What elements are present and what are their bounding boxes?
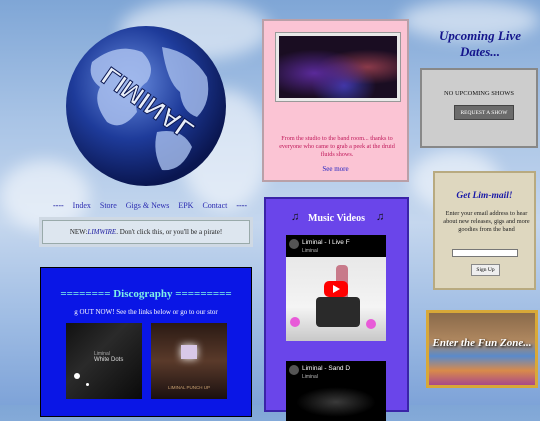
youtube-video-2[interactable]: Liminal - Sand D Liminal [286, 361, 386, 421]
album-title: White Dots [94, 357, 124, 363]
limwire-prefix: NEW: [69, 228, 88, 236]
nav-link-epk[interactable]: EPK [178, 201, 193, 210]
nav-link-index[interactable]: Index [73, 201, 91, 210]
album-white-dots[interactable]: Liminal White Dots [66, 323, 142, 399]
music-videos-title: Music Videos [308, 213, 365, 224]
studio-caption: From the studio to the band room... than… [279, 135, 395, 158]
discography-marquee: g OUT NOW! See the links below or go to … [74, 308, 218, 316]
request-show-button[interactable]: REQUEST A SHOW [454, 105, 514, 120]
video-title: Liminal - Sand D [302, 365, 351, 372]
fun-zone-text: Enter the Fun Zone... [432, 337, 532, 349]
nav-link-gigs-news[interactable]: Gigs & News [126, 201, 170, 210]
limwire-link[interactable]: LIMWIRE [87, 228, 116, 236]
studio-video-panel: From the studio to the band room... than… [262, 19, 409, 182]
video-channel: Liminal [302, 374, 318, 380]
video-title: Liminal - I Live F [302, 239, 350, 246]
discography-title: ======== Discography ========= [60, 288, 232, 300]
album-title: LIMINAL PUNCH UP [167, 385, 211, 390]
studio-video-frame[interactable] [276, 33, 400, 101]
nav-dash-left: ---- [53, 200, 64, 210]
music-note-icon: ♫ [376, 211, 385, 223]
signup-button[interactable]: Sign Up [471, 264, 500, 276]
fun-zone-banner[interactable]: Enter the Fun Zone... [426, 310, 538, 388]
email-input[interactable] [452, 249, 518, 257]
limmail-description: Enter your email address to hear about n… [443, 210, 530, 233]
liminal-globe-logo: LIMINAL [66, 26, 226, 186]
limmail-title: Get Lim-mail! [456, 191, 513, 201]
nav-link-store[interactable]: Store [100, 201, 117, 210]
limmail-signup-panel: Get Lim-mail! Enter your email address t… [433, 171, 536, 290]
youtube-video-1[interactable]: Liminal - I Live F Liminal [286, 235, 386, 341]
channel-avatar [289, 365, 299, 375]
channel-avatar [289, 239, 299, 249]
upcoming-dates-heading: Upcoming Live Dates... [439, 28, 521, 59]
discography-panel: ======== Discography ========= g OUT NOW… [40, 267, 252, 417]
album-punch-up[interactable]: LIMINAL PUNCH UP [151, 323, 227, 399]
see-more-link[interactable]: See more [264, 165, 407, 173]
nav-link-contact[interactable]: Contact [202, 201, 227, 210]
limwire-notice: NEW: LIMWIRE. Don't click this, or you'l… [42, 220, 250, 244]
main-nav: ---- Index Store Gigs & News EPK Contact… [50, 198, 250, 212]
youtube-play-icon[interactable] [324, 281, 348, 297]
video-channel: Liminal [302, 248, 318, 254]
no-shows-text: NO UPCOMING SHOWS [443, 90, 515, 97]
limwire-suffix: . Don't click this, or you'll be a pirat… [116, 228, 223, 236]
upcoming-shows-panel: NO UPCOMING SHOWS REQUEST A SHOW [420, 68, 538, 148]
nav-dash-right: ---- [236, 200, 247, 210]
music-videos-panel: ♫ Music Videos ♫ Liminal - I Live F Limi… [264, 197, 409, 421]
